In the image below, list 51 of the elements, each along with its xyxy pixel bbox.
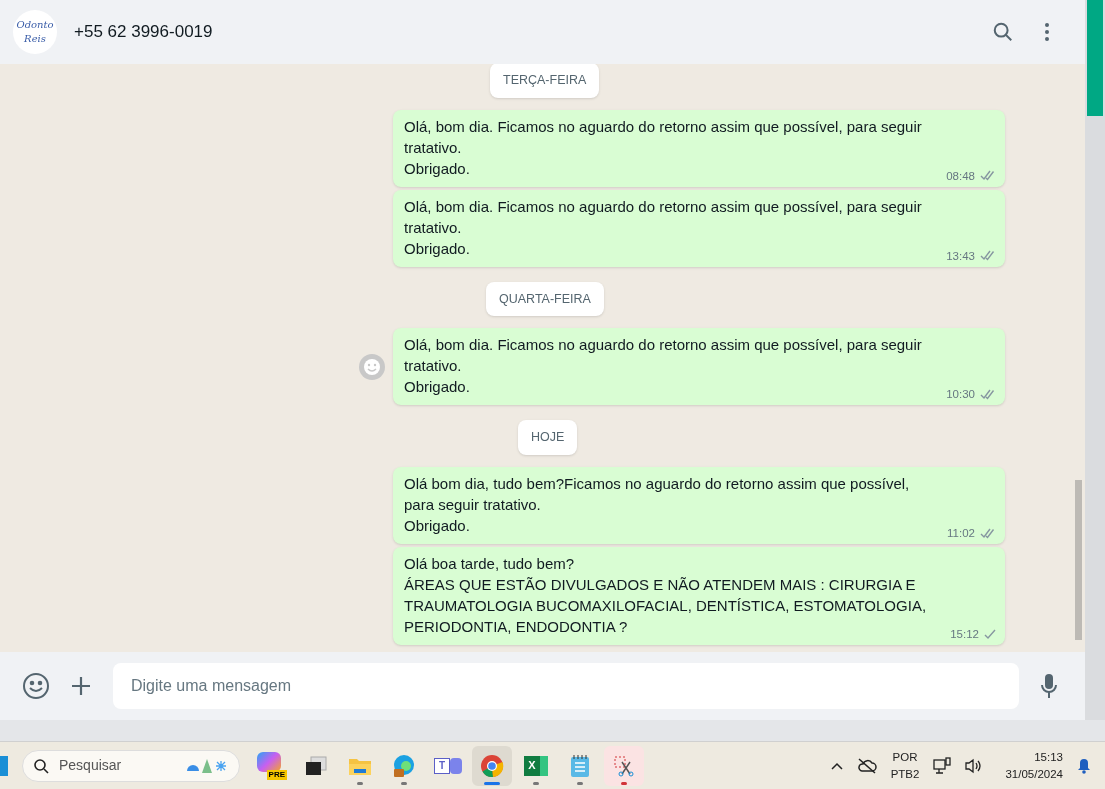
message-time: 10:30 (946, 387, 975, 402)
cloud-off-icon[interactable] (856, 757, 877, 774)
message-input[interactable]: Digite uma mensagem (113, 663, 1019, 709)
search-placeholder: Pesquisar (59, 756, 122, 775)
contact-avatar[interactable]: Odonto Reis (13, 10, 57, 54)
bell-icon[interactable] (1077, 757, 1091, 774)
clock-time[interactable]: 15:13 (1034, 748, 1063, 766)
windows-icon (305, 755, 327, 776)
message-text: Obrigado. (404, 377, 470, 398)
network-icon[interactable] (933, 756, 952, 775)
chevron-up-icon[interactable] (830, 761, 843, 770)
message-text: Olá boa tarde, tudo bem? (404, 554, 575, 574)
avatar-logo-text: Odonto (16, 18, 54, 32)
search-icon[interactable] (992, 21, 1014, 43)
chat-scrollbar[interactable] (1072, 64, 1085, 652)
message-text: Obrigado. (404, 516, 470, 536)
message-time: 08:48 (946, 168, 975, 183)
edge-icon (392, 753, 416, 778)
notepad-icon (570, 753, 590, 778)
message-text: Olá bom dia, tudo bem?Ficamos no aguardo do retorno assim que possível, para seguir tratativo. (404, 474, 911, 515)
emoji-icon[interactable] (22, 672, 50, 700)
avatar-logo-text: Reis (24, 32, 46, 46)
clock-date[interactable]: 31/05/2024 (1005, 765, 1063, 783)
search-icon (33, 757, 49, 774)
contact-name[interactable]: +55 62 3996-0019 (74, 19, 213, 45)
message-text: Olá, bom dia. Ficamos no aguardo do retorno assim que possível, para seguir tratativo. (404, 116, 923, 158)
microphone-icon[interactable] (1041, 674, 1057, 698)
menu-icon[interactable] (1044, 22, 1050, 42)
scissors-icon (612, 753, 636, 778)
page-scrollbar[interactable] (1085, 0, 1105, 720)
message-text: Obrigado. (404, 158, 470, 179)
message-time: 11:02 (947, 526, 975, 540)
start-icon[interactable] (0, 755, 8, 776)
taskbar-search[interactable]: Pesquisar (22, 749, 240, 782)
message-text: Olá, bom dia. Ficamos no aguardo do retorno assim que possível, para seguir tratativo. (404, 335, 923, 377)
date-chip: QUARTA-FEIRA (486, 281, 604, 317)
date-chip: TERÇA-FEIRA (490, 64, 600, 98)
date-chip: HOJE (518, 420, 578, 455)
language-indicator[interactable]: PTB2 (890, 765, 920, 783)
taskbar-app[interactable]: T (428, 745, 468, 786)
message-text: Obrigado. (404, 238, 470, 259)
taskbar-app[interactable]: PRE (252, 745, 292, 786)
plus-icon[interactable] (71, 676, 91, 696)
message-time: 13:43 (946, 248, 975, 263)
message-text: ÁREAS QUE ESTÃO DIVULGADOS E NÃO ATENDEM MAIS : CIRURGIA E TRAUMATOLOGIA BUCOMAXILOFACIAL, DENTÍSTICA, ESTOMATOLOGIA, PERIODONTIA, ENDODONTIA ? (404, 575, 928, 637)
language-indicator[interactable]: POR (892, 748, 918, 766)
message-text: Olá, bom dia. Ficamos no aguardo do retorno assim que possível, para seguir tratativo. (404, 196, 923, 238)
taskbar-app[interactable]: X (516, 745, 556, 786)
message-time: 15:12 (950, 627, 979, 641)
chrome-icon (480, 753, 504, 778)
speaker-icon[interactable] (965, 757, 984, 774)
